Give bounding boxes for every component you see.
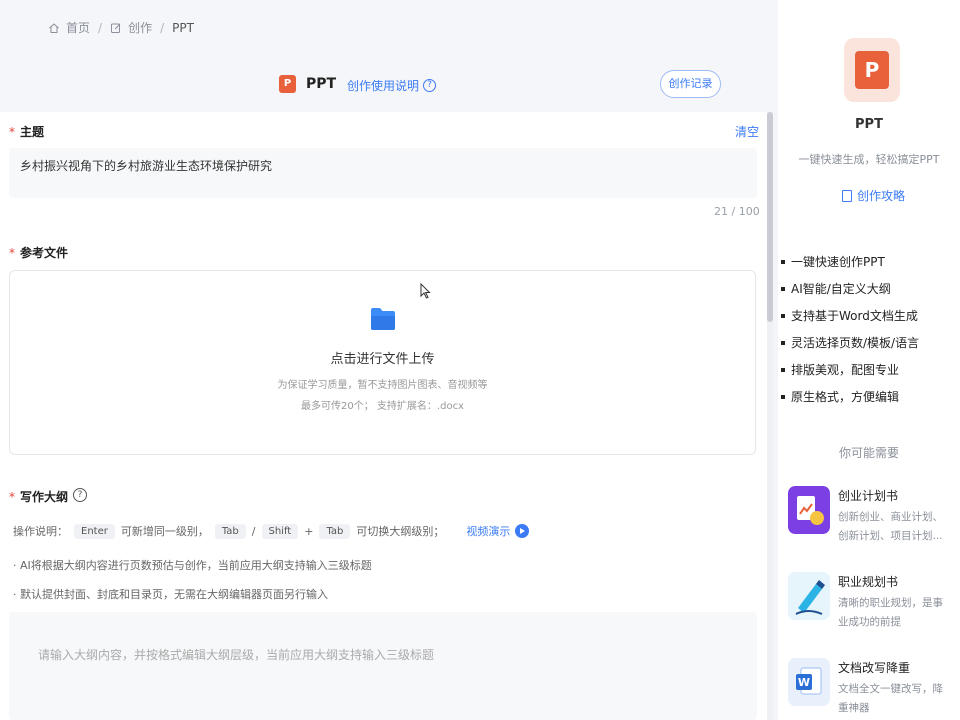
ppt-icon: P	[855, 51, 889, 89]
char-counter: 21 / 100	[714, 205, 760, 218]
bullet	[781, 367, 785, 372]
slash-text: /	[251, 524, 256, 538]
page-header: P PPT 创作使用说明 ? 创作记录	[0, 70, 770, 100]
home-icon	[49, 22, 59, 33]
breadcrumb: 首页 / 创作 / PPT	[48, 19, 194, 36]
recommendation-business-plan[interactable]: 创业计划书 创新创业、商业计划、创新计划、项目计划...	[788, 486, 958, 556]
clear-button[interactable]: 清空	[735, 123, 759, 140]
feature-item: 一键快速创作PPT	[781, 253, 885, 270]
bullet	[781, 259, 785, 264]
feature-text: 支持基于Word文档生成	[791, 309, 918, 323]
scrollbar-thumb[interactable]	[767, 112, 773, 322]
mouse-cursor-icon	[420, 283, 431, 299]
feature-item: 排版美观，配图专业	[781, 361, 899, 378]
breadcrumb-current: PPT	[172, 20, 194, 35]
feature-item: 灵活选择页数/模板/语言	[781, 334, 919, 351]
feature-text: AI智能/自定义大纲	[791, 282, 891, 296]
help-icon: ?	[423, 79, 437, 92]
bullet	[781, 340, 785, 345]
recommendation-title: 文档改写降重	[838, 661, 911, 675]
recommendation-word-rewrite[interactable]: W 文档改写降重 文档全文一键改写，降重神器	[788, 658, 958, 720]
required-mark: *	[9, 125, 15, 139]
sidebar-title: PPT	[855, 117, 883, 132]
outline-tip: · 默认提供封面、封底和目录页，无需在大纲编辑器页面另行输入	[13, 588, 328, 601]
video-demo-label: 视频演示	[466, 525, 511, 538]
page-title: PPT	[306, 76, 337, 92]
upload-limit-note: 最多可传20个； 支持扩展名：.docx	[301, 401, 464, 412]
tab-key-badge: Tab	[214, 523, 246, 539]
ops-text: 可新增同一级别，	[120, 525, 209, 538]
folder-icon	[371, 308, 395, 330]
video-demo-link[interactable]: 视频演示	[466, 523, 530, 539]
form-card: * 主题 清空 乡村振兴视角下的乡村旅游业生态环境保护研究 21 / 100 * 参…	[0, 112, 770, 720]
topic-input[interactable]: 乡村振兴视角下的乡村旅游业生态环境保护研究	[9, 148, 757, 198]
business-plan-icon	[788, 486, 830, 534]
svg-text:W: W	[798, 676, 810, 689]
reference-label: * 参考文件	[9, 244, 68, 261]
help-icon[interactable]: ?	[73, 488, 87, 502]
upload-title: 点击进行文件上传	[330, 352, 435, 367]
recommendation-title: 职业规划书	[838, 575, 899, 589]
breadcrumb-home[interactable]: 首页	[66, 19, 90, 36]
enter-key-badge: Enter	[74, 523, 115, 539]
breadcrumb-separator: /	[98, 20, 103, 35]
breadcrumb-separator: /	[160, 20, 165, 35]
bullet	[781, 313, 785, 318]
recommend-heading: 你可能需要	[838, 446, 899, 460]
usage-guide-link[interactable]: 创作使用说明 ?	[347, 77, 437, 94]
ops-text: 可切换大纲级别；	[356, 525, 445, 538]
file-upload-area[interactable]: 点击进行文件上传 为保证学习质量，暂不支持图片图表、音视频等 最多可传20个； …	[9, 270, 756, 455]
recommendation-desc: 创新创业、商业计划、创新计划、项目计划...	[838, 511, 943, 542]
bullet	[781, 286, 785, 291]
play-icon	[515, 524, 530, 538]
feature-item: AI智能/自定义大纲	[781, 280, 891, 297]
operation-instructions: 操作说明： Enter 可新增同一级别， Tab / Shift + Tab 可…	[13, 523, 530, 539]
feature-text: 一键快速创作PPT	[791, 255, 885, 269]
ppt-icon: P	[279, 75, 296, 93]
recommendation-career-plan[interactable]: 职业规划书 清晰的职业规划，是事业成功的前提	[788, 572, 958, 642]
outline-tip: · AI将根据大纲内容进行页数预估与创作，当前应用大纲支持输入三级标题	[13, 559, 372, 572]
strategy-link[interactable]: 创作攻略	[842, 187, 905, 204]
ppt-logo: P	[844, 38, 900, 102]
main-panel: 首页 / 创作 / PPT P PPT 创作使用说明 ? 创作记录 * 主题 清空…	[0, 0, 778, 720]
bullet	[781, 394, 785, 399]
strategy-label: 创作攻略	[857, 189, 906, 203]
history-button[interactable]: 创作记录	[660, 70, 721, 98]
outline-editor[interactable]: 请输入大纲内容，并按格式编辑大纲层级，当前应用大纲支持输入三级标题	[9, 612, 757, 720]
edit-icon	[111, 23, 121, 33]
ops-label: 操作说明：	[13, 525, 68, 538]
usage-guide-label: 创作使用说明	[347, 79, 420, 93]
required-mark: *	[9, 246, 15, 260]
recommendation-desc: 文档全文一键改写，降重神器	[838, 683, 943, 714]
shift-key-badge: Shift	[261, 523, 299, 539]
document-icon	[842, 189, 852, 202]
sidebar-subtitle: 一键快速生成，轻松搞定PPT	[798, 153, 940, 166]
outline-label: * 写作大纲	[9, 488, 68, 505]
reference-label-text: 参考文件	[20, 246, 69, 260]
feature-text: 原生格式，方便编辑	[791, 390, 900, 404]
required-mark: *	[9, 490, 15, 504]
tab-key-badge: Tab	[319, 523, 351, 539]
feature-item: 支持基于Word文档生成	[781, 307, 918, 324]
outline-label-text: 写作大纲	[20, 490, 69, 504]
upload-note: 为保证学习质量，暂不支持图片图表、音视频等	[277, 380, 488, 391]
breadcrumb-create[interactable]: 创作	[128, 19, 152, 36]
scrollbar[interactable]	[767, 112, 773, 720]
topic-label-text: 主题	[20, 125, 45, 139]
career-plan-icon	[788, 572, 830, 620]
feature-item: 原生格式，方便编辑	[781, 388, 899, 405]
feature-text: 排版美观，配图专业	[791, 363, 900, 377]
feature-text: 灵活选择页数/模板/语言	[791, 336, 920, 350]
recommendation-title: 创业计划书	[838, 489, 899, 503]
topic-label: * 主题	[9, 123, 44, 140]
word-rewrite-icon: W	[788, 658, 830, 706]
sidebar: P PPT 一键快速生成，轻松搞定PPT 创作攻略 一键快速创作PPT AI智能…	[778, 0, 960, 720]
plus-text: +	[304, 524, 314, 538]
recommendation-desc: 清晰的职业规划，是事业成功的前提	[838, 597, 943, 628]
